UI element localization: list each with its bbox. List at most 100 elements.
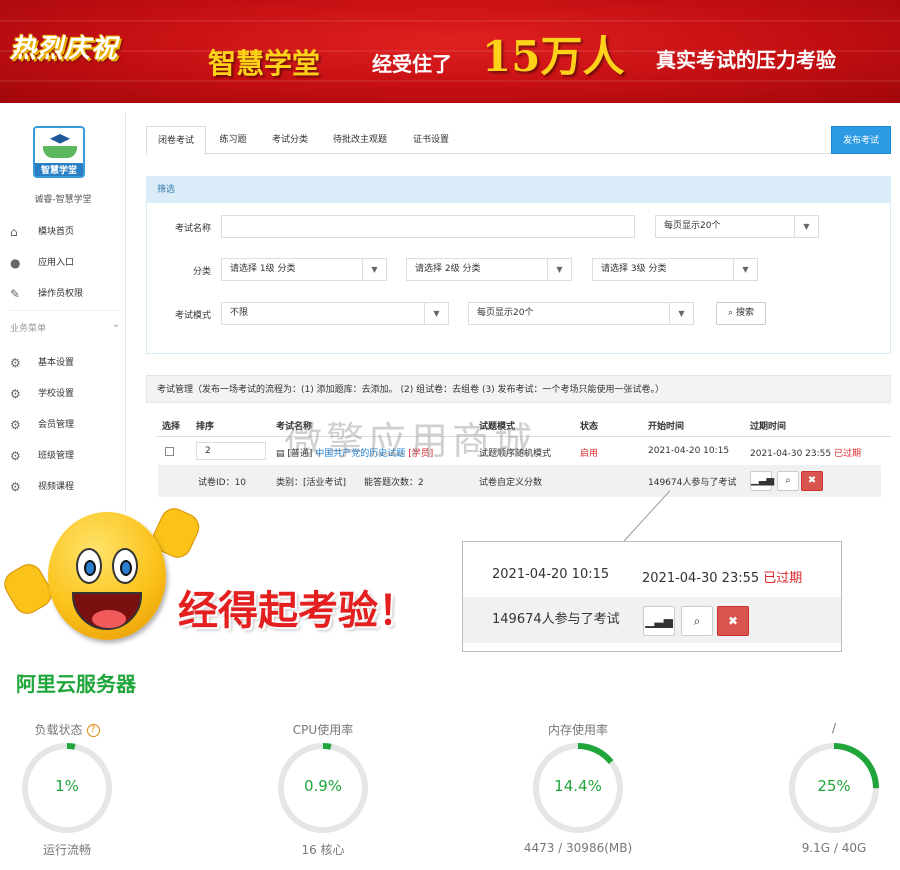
- zoom-participants: 149674人参与了考试: [492, 612, 620, 627]
- gauge-caption: 运行流畅: [42, 843, 91, 857]
- zoom-view-button[interactable]: ⌕: [681, 606, 713, 636]
- category-text: 类别：[活业考试]: [276, 478, 347, 488]
- banner-middle: 经受住了: [372, 52, 452, 76]
- answer-attempts: 能答题次数：2: [364, 478, 424, 488]
- paper-id: 试卷ID：10: [198, 478, 247, 488]
- gauge-title: CPU使用率: [292, 723, 354, 737]
- sidebar-item-permissions[interactable]: ✎ 操作员权限: [10, 286, 83, 300]
- close-icon: ✖: [807, 475, 817, 486]
- exam-name-input[interactable]: [221, 215, 635, 238]
- exam-detail-row: 试卷ID：10 类别：[活业考试] 能答题次数：2 试卷自定义分数 149674…: [158, 465, 881, 497]
- book-icon: [43, 146, 77, 158]
- caret-down-icon: ▼: [733, 259, 757, 280]
- search-button[interactable]: ⌕ 搜索: [716, 302, 766, 325]
- zoom-inset: 2021-04-20 10:15 2021-04-30 23:55 已过期 14…: [462, 541, 842, 652]
- caret-down-icon: ▼: [362, 259, 386, 280]
- smiley-face-icon: [48, 512, 166, 640]
- search-icon: ⌕: [693, 614, 701, 628]
- sidebar-item-videos[interactable]: ⚙ 视频课程: [10, 479, 74, 493]
- tab-closed-exam[interactable]: 闭卷考试: [146, 126, 206, 155]
- col-end-time: 过期时间: [750, 422, 787, 432]
- gauge-value: 0.9%: [303, 777, 343, 795]
- row-checkbox[interactable]: [165, 447, 174, 456]
- zoom-end-time: 2021-04-30 23:55 已过期: [642, 571, 803, 586]
- zoom-delete-button[interactable]: ✖: [717, 606, 749, 636]
- tagline: 经得起考验！: [178, 587, 418, 634]
- gauge-cpu: CPU使用率 0.9% 16 核心: [243, 706, 403, 866]
- gear-icon: ⚙: [10, 355, 21, 370]
- sidebar-item-home[interactable]: ⌂ 模块首页: [10, 224, 74, 238]
- sidebar-item-apps[interactable]: ● 应用入口: [10, 255, 74, 269]
- sidebar-divider: [10, 310, 120, 311]
- caret-down-icon: ▼: [547, 259, 571, 280]
- chat-icon: ●: [10, 255, 21, 270]
- zoom-stats-button[interactable]: ▁▃▅: [643, 606, 675, 636]
- banner-tail: 真实考试的压力考验: [656, 48, 836, 72]
- gauge-title: 内存使用率: [547, 723, 608, 737]
- caret-down-icon: ▼: [669, 303, 693, 324]
- tab-bar: 闭卷考试 练习题 考试分类 待批改主观题 证书设置: [146, 126, 891, 155]
- gauge-caption: 16 核心: [301, 843, 345, 857]
- promo-banner: 热烈庆祝 智慧学堂 经受住了 15万人 真实考试的压力考验: [0, 0, 900, 103]
- caret-down-icon: ▼: [794, 216, 818, 237]
- exam-mode-select[interactable]: 不限 ▼: [221, 302, 449, 325]
- gauge-value: 14.4%: [554, 777, 602, 795]
- gear-icon: ⚙: [10, 386, 21, 401]
- gauge-memory: 内存使用率 14.4% 4473 / 30986(MB): [498, 706, 658, 866]
- per-page-select-2[interactable]: 每页显示20个 ▼: [468, 302, 694, 325]
- end-time-cell: 2021-04-30 23:55 已过期: [750, 449, 861, 459]
- callout-line-left: [623, 489, 670, 542]
- logo-text: 智慧学堂: [35, 163, 83, 176]
- gear-icon: ⚙: [10, 417, 21, 432]
- sidebar-item-members[interactable]: ⚙ 会员管理: [10, 417, 74, 431]
- sidebar-section-business[interactable]: 业务菜单 ⌄: [10, 319, 120, 334]
- watermark: 微擎应用商城: [284, 419, 537, 463]
- tab-pending-grading[interactable]: 待批改主观题: [322, 126, 398, 154]
- server-title: 阿里云服务器: [16, 672, 136, 696]
- exam-name-label: 考试名称: [174, 224, 211, 234]
- chevron-down-icon: ⌄: [111, 319, 120, 330]
- category-level-2-select[interactable]: 请选择 2级 分类 ▼: [406, 258, 572, 281]
- col-select: 选择: [162, 422, 181, 432]
- banner-celebrate: 热烈庆祝: [10, 34, 119, 64]
- category-label: 分类: [192, 267, 211, 277]
- banner-brand: 智慧学堂: [208, 47, 321, 80]
- zoom-start-time: 2021-04-20 10:15: [492, 567, 610, 582]
- col-start-time: 开始时间: [648, 422, 685, 432]
- signal-bars-icon: ▁▃▅: [751, 475, 775, 486]
- gauge-disk: / 25% 9.1G / 40G: [754, 706, 900, 866]
- category-level-1-select[interactable]: 请选择 1级 分类 ▼: [221, 258, 387, 281]
- help-icon[interactable]: ?: [86, 724, 100, 737]
- tab-certificates[interactable]: 证书设置: [402, 126, 460, 154]
- sidebar-item-classes[interactable]: ⚙ 班级管理: [10, 448, 74, 462]
- filter-panel: 筛选 考试名称 每页显示20个 ▼ 分类 请选择 1级 分类 ▼ 请选择 2级 分类…: [146, 176, 891, 354]
- zoom-expired-badge: 已过期: [763, 571, 803, 586]
- delete-button[interactable]: ✖: [801, 471, 823, 491]
- thumbs-up-smiley: [0, 503, 204, 656]
- expired-badge: 已过期: [833, 449, 861, 459]
- status-badge[interactable]: 启用: [580, 446, 598, 459]
- sort-input[interactable]: 2: [196, 442, 266, 460]
- stats-button[interactable]: ▁▃▅: [750, 471, 775, 491]
- gear-icon: ⚙: [10, 479, 21, 494]
- zoom-detail-row: 149674人参与了考试 ▁▃▅ ⌕ ✖: [463, 597, 841, 643]
- sidebar-item-school-settings[interactable]: ⚙ 学校设置: [10, 386, 74, 400]
- zoom-callout-lines: [623, 489, 670, 542]
- sidebar: 智慧学堂 诚睿-智慧学堂 ⌂ 模块首页 ● 应用入口 ✎ 操作员权限 业务菜单 ⌄ ⚙…: [0, 112, 126, 512]
- search-icon: ⌕: [785, 475, 791, 486]
- view-button[interactable]: ⌕: [777, 471, 799, 491]
- gauge-caption: 9.1G / 40G: [801, 841, 867, 855]
- app-logo[interactable]: 智慧学堂: [33, 126, 85, 178]
- col-status: 状态: [580, 422, 599, 432]
- tab-exercises[interactable]: 练习题: [208, 126, 258, 154]
- col-sort: 排序: [196, 422, 215, 432]
- graduation-cap-icon: [50, 134, 70, 144]
- tab-exam-categories[interactable]: 考试分类: [260, 126, 320, 154]
- category-level-3-select[interactable]: 请选择 3级 分类 ▼: [592, 258, 758, 281]
- sidebar-item-basic-settings[interactable]: ⚙ 基本设置: [10, 355, 74, 369]
- start-time-cell: 2021-04-20 10:15: [648, 446, 730, 456]
- publish-exam-button[interactable]: 发布考试: [831, 126, 891, 154]
- gauge-caption: 4473 / 30986(MB): [523, 841, 633, 855]
- per-page-select-1[interactable]: 每页显示20个 ▼: [655, 215, 819, 238]
- banner-number: 15万人: [482, 32, 625, 81]
